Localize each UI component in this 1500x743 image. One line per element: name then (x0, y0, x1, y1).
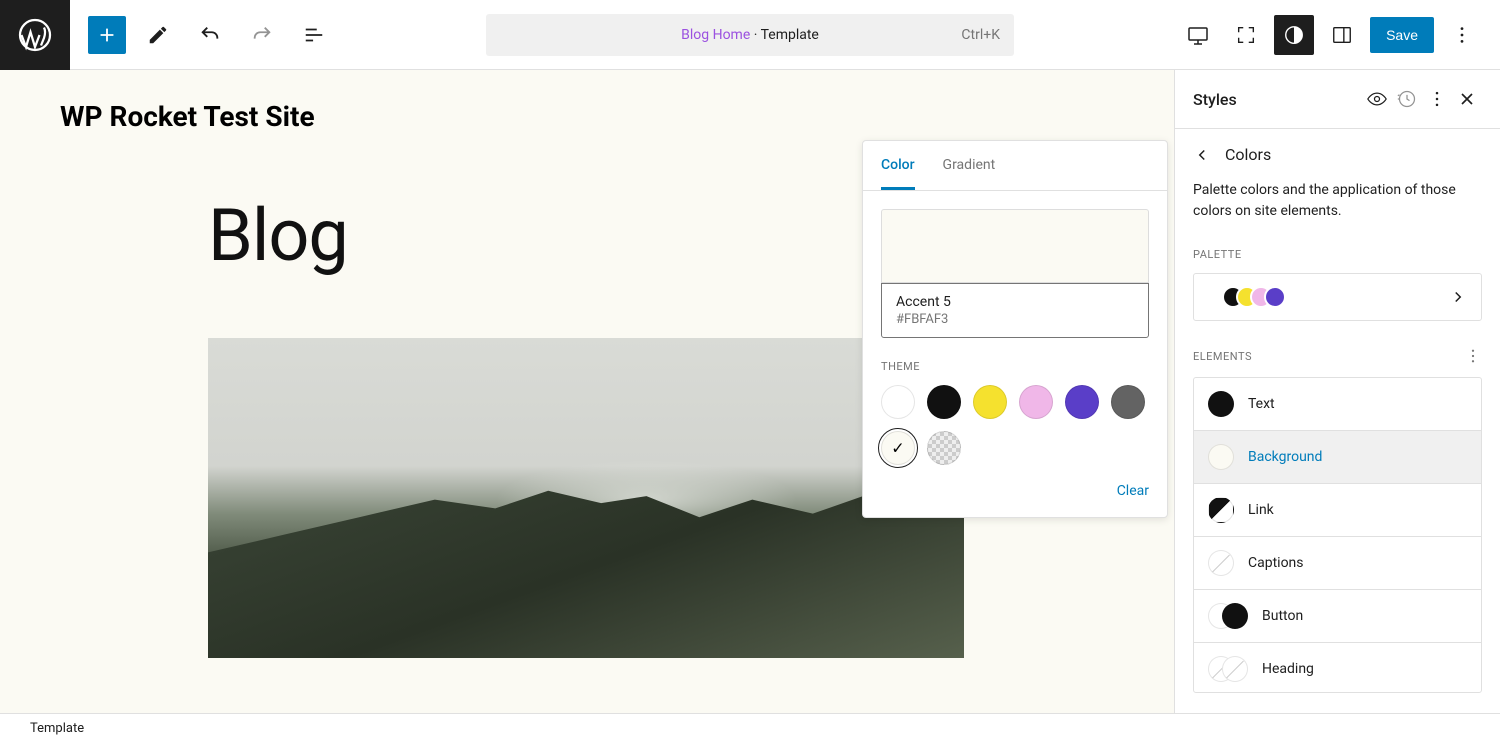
site-title[interactable]: WP Rocket Test Site (0, 70, 1174, 133)
palette-section-label: PALETTE (1175, 242, 1500, 267)
sidebar-description: Palette colors and the application of th… (1175, 172, 1500, 242)
command-bar-shortcut: Ctrl+K (961, 27, 1000, 43)
palette-swatches (1208, 286, 1286, 308)
command-bar-link: Blog Home (681, 27, 750, 43)
add-block-button[interactable] (88, 16, 126, 54)
theme-swatch[interactable] (927, 385, 961, 419)
clear-color[interactable]: Clear (881, 483, 1149, 499)
theme-swatch[interactable] (881, 385, 915, 419)
document-outline-icon[interactable] (294, 15, 334, 55)
footer-breadcrumb[interactable]: Template (0, 713, 1500, 743)
element-label: Link (1248, 502, 1274, 518)
breadcrumb-label: Colors (1225, 145, 1271, 164)
element-row-captions[interactable]: Captions (1194, 537, 1481, 590)
color-popover-tabs: Color Gradient (863, 141, 1167, 191)
element-label: Heading (1262, 661, 1314, 677)
toolbar-left (70, 15, 334, 55)
revisions-icon[interactable] (1392, 84, 1422, 114)
options-menu-icon[interactable] (1442, 15, 1482, 55)
element-row-text[interactable]: Text (1194, 378, 1481, 431)
element-label: Text (1248, 396, 1275, 412)
element-label: Background (1248, 449, 1322, 465)
wordpress-logo[interactable] (0, 0, 70, 70)
tab-gradient[interactable]: Gradient (943, 141, 996, 190)
theme-color-row (881, 385, 1149, 419)
theme-color-row-2: ✓ (881, 431, 1149, 465)
element-label: Captions (1248, 555, 1304, 571)
element-row-background[interactable]: Background (1194, 431, 1481, 484)
elements-section-label: ELEMENTS (1175, 341, 1500, 371)
sidebar-options-icon[interactable] (1422, 84, 1452, 114)
styles-sidebar: Styles Colors Palette colors and the app (1174, 70, 1500, 713)
theme-swatch[interactable] (1019, 385, 1053, 419)
theme-swatch[interactable] (973, 385, 1007, 419)
undo-button[interactable] (190, 15, 230, 55)
theme-swatch[interactable] (1065, 385, 1099, 419)
palette-dot (1264, 286, 1286, 308)
chevron-left-icon (1193, 146, 1211, 164)
element-row-heading[interactable]: Heading (1194, 643, 1481, 693)
selected-color-hex: #FBFAF3 (896, 312, 1134, 327)
featured-image[interactable] (208, 338, 964, 658)
color-popover: Color Gradient Accent 5 #FBFAF3 THEME ✓ … (862, 140, 1168, 518)
edit-icon[interactable] (138, 15, 178, 55)
save-button[interactable]: Save (1370, 17, 1434, 53)
element-row-link[interactable]: Link (1194, 484, 1481, 537)
command-bar-text: Blog Home · Template (486, 27, 1014, 43)
redo-button[interactable] (242, 15, 282, 55)
device-preview-icon[interactable] (1178, 15, 1218, 55)
command-bar[interactable]: Blog Home · Template Ctrl+K (486, 14, 1014, 56)
selected-color-name: Accent 5 (896, 294, 1134, 310)
theme-colors-label: THEME (881, 360, 1149, 373)
topbar: Blog Home · Template Ctrl+K Save (0, 0, 1500, 70)
theme-swatch[interactable] (1111, 385, 1145, 419)
element-label: Button (1262, 608, 1303, 624)
sidebar-header: Styles (1175, 70, 1500, 129)
element-row-button[interactable]: Button (1194, 590, 1481, 643)
selected-color-info[interactable]: Accent 5 #FBFAF3 (881, 283, 1149, 338)
zoom-out-icon[interactable] (1226, 15, 1266, 55)
style-book-icon[interactable] (1362, 84, 1392, 114)
elements-list: Text Background Link Captions Button Heading (1193, 377, 1482, 693)
styles-icon[interactable] (1274, 15, 1314, 55)
selected-color-preview[interactable] (881, 209, 1149, 283)
elements-options-icon[interactable] (1464, 347, 1482, 365)
sidebar-title: Styles (1193, 90, 1362, 109)
theme-swatch[interactable]: ✓ (881, 431, 915, 465)
close-sidebar-icon[interactable] (1452, 84, 1482, 114)
sidebar-breadcrumb[interactable]: Colors (1175, 129, 1500, 172)
toolbar-right: Save (1178, 15, 1500, 55)
palette-edit-button[interactable] (1193, 273, 1482, 321)
chevron-right-icon (1449, 288, 1467, 306)
settings-panel-icon[interactable] (1322, 15, 1362, 55)
transparent-swatch[interactable] (927, 431, 961, 465)
tab-color[interactable]: Color (881, 141, 915, 190)
